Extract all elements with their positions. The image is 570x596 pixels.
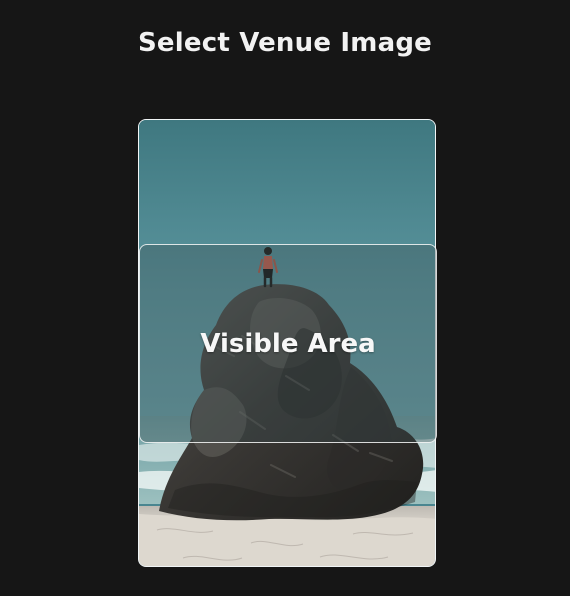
visible-area-label: Visible Area: [200, 328, 376, 359]
visible-area-crop-box[interactable]: Visible Area: [139, 244, 437, 443]
venue-image-selector: Select Venue Image Visible Area: [0, 0, 570, 596]
page-title: Select Venue Image: [138, 28, 432, 58]
